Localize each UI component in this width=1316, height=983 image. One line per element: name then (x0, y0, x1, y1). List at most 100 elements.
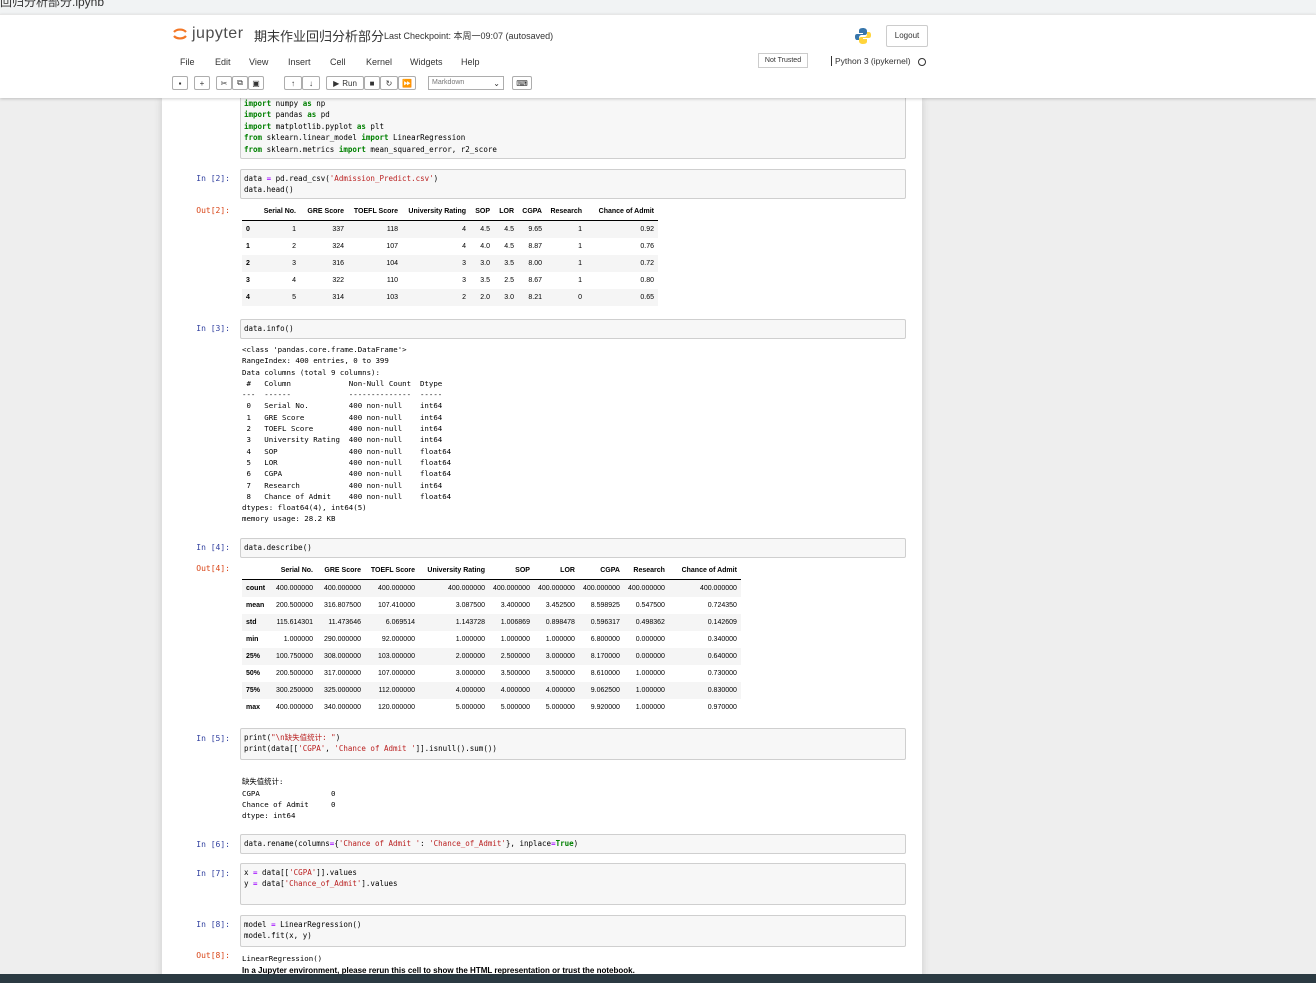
table-cell: 118 (386, 226, 398, 233)
menu-help[interactable]: Help (461, 57, 480, 67)
code-cell-info[interactable]: data.info() (240, 319, 906, 339)
code-cell-imports[interactable]: import numpy as np import pandas as pd imp… (240, 97, 906, 159)
code-string: 'Chance_of_Admit' (284, 879, 362, 889)
code-cell-read-csv[interactable]: data = pd.read_csv('Admission_Predict.cs… (240, 169, 906, 199)
table-cell: 103.000000 (378, 653, 415, 660)
table-row: 75% 300.250000 325.000000 112.000000 4.00000… (242, 682, 741, 699)
menu-file[interactable]: File (180, 57, 195, 67)
code-line: import matplotlib.pyplot as plt (244, 121, 902, 132)
table-row: 0 1 337 118 4 4.5 4.5 9.65 1 0.92 (242, 220, 658, 238)
table-cell: 1.000000 (635, 687, 665, 694)
code-cell-fit[interactable]: model = LinearRegression() model.fit(x, … (240, 915, 906, 947)
jupyter-logo[interactable]: jupyter (172, 23, 244, 45)
table-cell: 8.87 (528, 243, 542, 250)
in-prompt: In [4]: (196, 543, 230, 552)
code-keyword: as (302, 99, 312, 108)
code-keyword: import (244, 110, 272, 120)
table-cell: 400.000000 (448, 585, 485, 592)
copy-button[interactable]: ⧉ (232, 76, 248, 90)
code-keyword: True (555, 839, 574, 848)
run-button[interactable]: ▶ Run (326, 76, 364, 90)
menu-widgets[interactable]: Widgets (410, 57, 443, 67)
table-cell: 8.598925 (590, 602, 620, 609)
code-string: 'Chance of Admit ' (334, 744, 416, 754)
code-cell-isnull[interactable]: print("\n缺失值统计: ") print(data[['CGPA', '… (240, 728, 906, 760)
paste-icon: ▣ (252, 78, 260, 88)
paste-button[interactable]: ▣ (248, 76, 264, 90)
column-header: LOR (533, 562, 579, 580)
column-header (242, 203, 258, 221)
cut-button[interactable]: ✂ (216, 76, 232, 90)
table-cell: 8.21 (528, 294, 542, 301)
browser-tab-title[interactable]: 回归分析部分.ipynb (0, 0, 104, 10)
code-text: ]].values (316, 868, 357, 877)
table-cell: 0.640000 (707, 653, 737, 660)
python-logo-icon (855, 28, 871, 44)
column-header: Research (546, 203, 586, 221)
kernel-idle-indicator-icon (918, 58, 926, 66)
table-cell: 4.000000 (500, 687, 530, 694)
interrupt-button[interactable]: ■ (364, 76, 380, 90)
code-cell-xy[interactable]: x = data[['CGPA']].values y = data['Chan… (240, 863, 906, 905)
column-header: LOR (494, 203, 518, 221)
table-cell: 316 (332, 260, 344, 267)
code-text: LinearRegression (388, 133, 466, 143)
table-cell: 400.000000 (276, 704, 313, 711)
info-output: <class 'pandas.core.frame.DataFrame'> Ra… (242, 345, 452, 524)
kernel-name[interactable]: Python 3 (ipykernel) (831, 56, 911, 66)
code-text: ) (335, 733, 341, 742)
table-cell: 314 (332, 294, 344, 301)
logout-button[interactable]: Logout (886, 25, 928, 47)
table-cell: 9.062500 (590, 687, 620, 694)
table-cell: 1.000000 (635, 704, 665, 711)
row-index: 2 (246, 260, 250, 267)
cell-type-select[interactable]: Markdown ⌄ (428, 76, 504, 90)
table-cell: 3.500000 (500, 670, 530, 677)
code-text: data.info() (244, 324, 294, 333)
table-cell: 0 (578, 294, 582, 301)
table-cell: 3 (462, 260, 466, 267)
table-cell: 4.5 (504, 243, 514, 250)
table-cell: 0.92 (640, 226, 654, 233)
table-row: count 400.000000 400.000000 400.000000 400.0… (242, 579, 741, 597)
in-prompt: In [8]: (196, 920, 230, 929)
table-cell: 4.5 (480, 226, 490, 233)
notebook-toolbar: ▪ + ✂ ⧉ ▣ ↑ ↓ ▶ Run ■ ↻ ⏩ Markdown ⌄ ⌨ (172, 76, 932, 94)
table-cell: 103 (386, 294, 398, 301)
save-button[interactable]: ▪ (172, 76, 188, 90)
table-row: 25% 100.750000 308.000000 103.000000 2.00000… (242, 648, 741, 665)
menu-view[interactable]: View (249, 57, 268, 67)
table-cell: 3.000000 (545, 653, 575, 660)
code-string: 'Chance of Admit ' (338, 839, 421, 848)
insert-cell-button[interactable]: + (194, 76, 210, 90)
menu-insert[interactable]: Insert (288, 57, 311, 67)
run-label: Run (342, 78, 357, 88)
table-cell: 2 (462, 294, 466, 301)
table-cell: 308.000000 (324, 653, 361, 660)
code-line: import numpy as np (244, 98, 902, 109)
play-icon: ▶ (333, 78, 340, 88)
in-prompt: In [2]: (196, 174, 230, 183)
move-down-button[interactable]: ↓ (302, 76, 320, 90)
table-cell: 0.730000 (707, 670, 737, 677)
code-text: , (325, 744, 335, 754)
code-cell-rename[interactable]: data.rename(columns={'Chance of Admit ':… (240, 834, 906, 854)
menu-edit[interactable]: Edit (215, 57, 231, 67)
restart-button[interactable]: ↻ (380, 76, 398, 90)
not-trusted-button[interactable]: Not Trusted (758, 53, 808, 68)
notebook-name[interactable]: 期末作业回归分析部分 (254, 26, 384, 45)
menu-kernel[interactable]: Kernel (366, 57, 392, 67)
stop-icon: ■ (369, 78, 375, 88)
table-cell: 3.000000 (455, 670, 485, 677)
out-prompt: Out[2]: (196, 206, 230, 215)
code-cell-describe[interactable]: data.describe() (240, 538, 906, 558)
menu-cell[interactable]: Cell (330, 57, 346, 67)
row-index: 50% (246, 670, 261, 677)
table-cell: 400.000000 (537, 585, 575, 592)
out-prompt: Out[8]: (196, 951, 230, 960)
restart-run-all-button[interactable]: ⏩ (398, 76, 416, 90)
table-cell: 120.000000 (378, 704, 415, 711)
jupyter-logo-text: jupyter (192, 25, 244, 42)
move-up-button[interactable]: ↑ (284, 76, 302, 90)
command-palette-button[interactable]: ⌨ (512, 76, 532, 90)
